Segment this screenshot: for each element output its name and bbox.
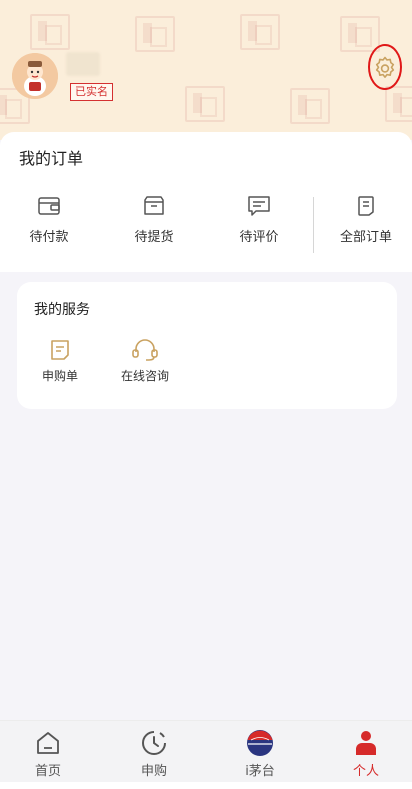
- nav-label: 申购: [140, 764, 167, 779]
- verified-badge: 已实名: [70, 83, 113, 101]
- headset-icon: [132, 339, 158, 361]
- order-all[interactable]: 全部订单: [318, 195, 412, 251]
- order-label: 待提货: [134, 230, 174, 245]
- order-list-icon: [358, 196, 374, 216]
- service-online-consult[interactable]: 在线咨询: [115, 338, 175, 388]
- service-purchase-orders[interactable]: 申购单: [37, 338, 83, 388]
- package-icon: [144, 196, 164, 215]
- form-icon: [51, 340, 69, 360]
- nav-purchase[interactable]: 申购: [114, 729, 194, 779]
- gear-icon: [368, 44, 402, 90]
- nav-home[interactable]: 首页: [8, 729, 88, 779]
- order-label: 待付款: [29, 230, 69, 245]
- nav-label: 个人: [352, 764, 379, 779]
- order-pending-payment[interactable]: 待付款: [1, 195, 97, 251]
- avatar[interactable]: [12, 53, 58, 99]
- watermark-pattern: [240, 14, 280, 50]
- order-label: 待评价: [239, 230, 279, 245]
- wallet-icon: [38, 197, 60, 215]
- moutai-logo-icon: [247, 730, 273, 756]
- order-label: 全部订单: [339, 230, 392, 245]
- nav-label: i茅台: [245, 764, 275, 779]
- nav-imoutai[interactable]: i茅台: [220, 729, 300, 779]
- service-label: 申购单: [41, 369, 78, 383]
- bottom-nav: 首页 申购 i茅台 个人: [0, 720, 412, 782]
- order-pending-pickup[interactable]: 待提货: [106, 195, 202, 251]
- clock-icon: [142, 731, 166, 755]
- orders-title: 我的订单: [19, 149, 84, 168]
- home-icon: [37, 732, 59, 754]
- comment-icon: [248, 196, 270, 216]
- divider: [313, 197, 314, 253]
- services-card: 我的服务 申购单 在线咨询: [17, 282, 397, 409]
- bottom-safe-area: [0, 782, 412, 789]
- nav-profile[interactable]: 个人: [326, 729, 406, 779]
- watermark-pattern: [135, 16, 175, 52]
- watermark-pattern: [185, 86, 225, 122]
- watermark-pattern: [30, 14, 70, 50]
- services-title: 我的服务: [34, 302, 90, 318]
- profile-header: 已实名: [0, 0, 412, 140]
- username-redacted: [66, 52, 100, 76]
- mascot-avatar-icon: [12, 53, 58, 99]
- watermark-pattern: [290, 88, 330, 124]
- orders-card: 我的订单 待付款 待提货 待评价 全部订单: [0, 132, 412, 272]
- person-icon: [356, 731, 376, 755]
- service-label: 在线咨询: [120, 369, 169, 383]
- order-pending-review[interactable]: 待评价: [211, 195, 307, 251]
- settings-button[interactable]: [364, 41, 406, 93]
- nav-label: 首页: [34, 764, 61, 779]
